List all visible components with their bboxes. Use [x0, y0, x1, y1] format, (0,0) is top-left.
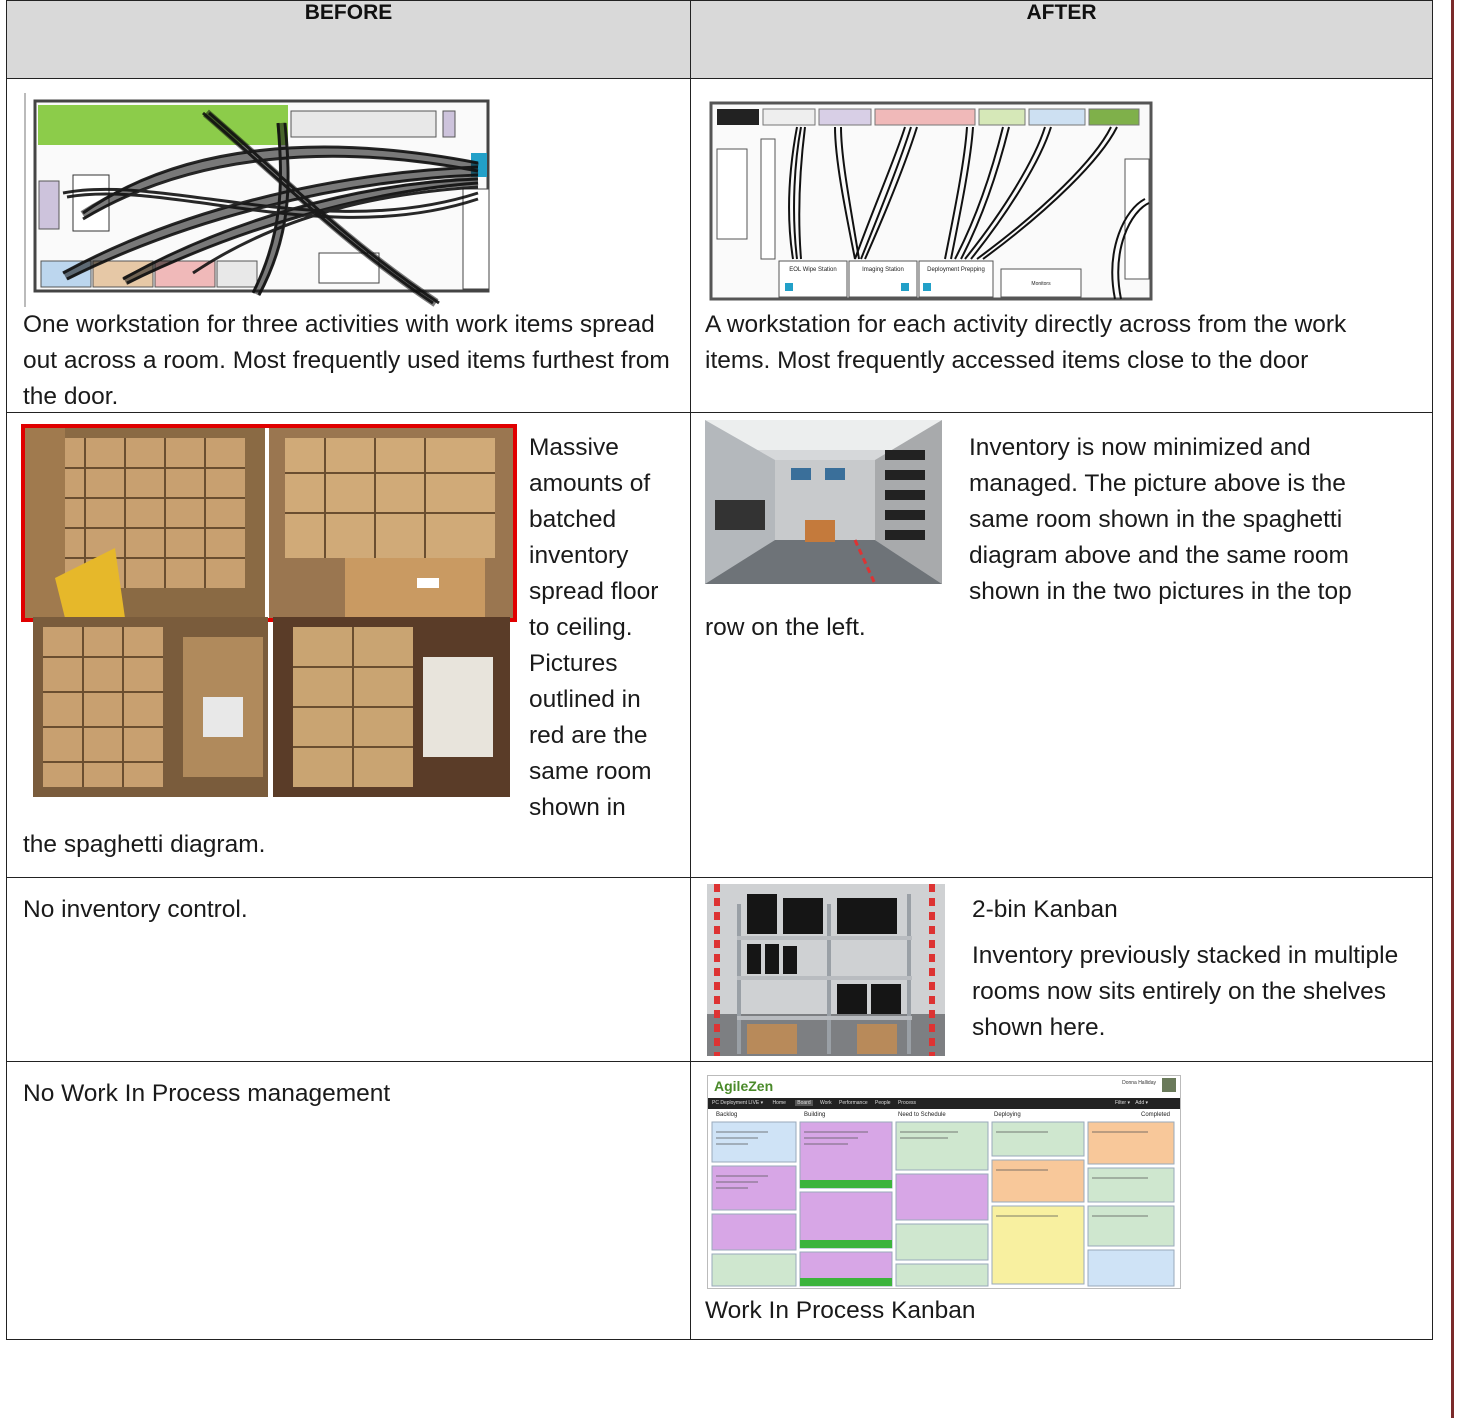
- kanban-cards: [711, 1121, 1175, 1287]
- side-line: same room: [529, 758, 652, 785]
- after-tail-text: row on the left.: [705, 614, 866, 641]
- row-kanban-bins: No inventory control. 2-bin Kanban Inven…: [6, 877, 1433, 1062]
- agilezen-navbar: PC Deployment LIVE ▾ Home Board Work Per…: [708, 1098, 1180, 1109]
- page-edge-bar: [1451, 0, 1454, 1418]
- after-spaghetti-diagram: EOL Wipe Station Imaging Station Deploym…: [705, 99, 1178, 305]
- before-cell-2: Massive amounts of batched inventory spr…: [6, 412, 691, 878]
- row-inventory: Massive amounts of batched inventory spr…: [6, 412, 1433, 878]
- side-line: red are the: [529, 722, 648, 749]
- after-cell-3: 2-bin Kanban Inventory previously stacke…: [690, 877, 1433, 1062]
- col-completed: Completed: [1140, 1112, 1170, 1118]
- agilezen-logo: AgileZen: [714, 1078, 774, 1094]
- after-caption-4: Work In Process Kanban: [705, 1297, 976, 1324]
- row-wip: No Work In Process management AgileZen D…: [6, 1061, 1433, 1340]
- agilezen-screenshot: AgileZen Donna Halliday PC Deployment LI…: [707, 1075, 1181, 1289]
- before-text-1: One workstation for three activities wit…: [23, 311, 670, 410]
- before-cell-1: One workstation for three activities wit…: [6, 78, 691, 413]
- side-line: Pictures: [529, 650, 618, 677]
- before-cell-4: No Work In Process management: [6, 1061, 691, 1340]
- agilezen-user: Donna Halliday: [1122, 1080, 1156, 1086]
- station-label-imaging: Imaging Station: [862, 267, 904, 273]
- before-side-text: Massive amounts of batched inventory spr…: [529, 430, 689, 826]
- station-label-eol: EOL Wipe Station: [789, 267, 836, 273]
- shelves-photo: [707, 884, 945, 1056]
- after-side-text: Inventory is now minimized and managed. …: [969, 430, 1429, 610]
- red-outlined-photos: [21, 424, 517, 622]
- after-text-3: Inventory previously stacked in multiple…: [972, 942, 1399, 1041]
- monitors-label: Monitors: [1031, 281, 1051, 287]
- side-line: batched: [529, 506, 617, 533]
- side-line: inventory: [529, 542, 629, 569]
- side-line: Massive: [529, 434, 619, 461]
- col-building: Building: [804, 1112, 826, 1118]
- after-line: Inventory is now minimized and: [969, 434, 1311, 461]
- nav-people[interactable]: People: [875, 1100, 891, 1106]
- before-spaghetti-diagram: [23, 93, 501, 307]
- after-text-1: A workstation for each activity directly…: [705, 311, 1347, 374]
- col-need-to-schedule: Need to Schedule: [898, 1112, 946, 1118]
- nav-performance[interactable]: Performance: [839, 1100, 868, 1106]
- nav-home[interactable]: Home: [773, 1100, 786, 1106]
- nav-process[interactable]: Process: [898, 1100, 916, 1106]
- before-cell-3: No inventory control.: [6, 877, 691, 1062]
- side-line: outlined in: [529, 686, 641, 713]
- after-cell-2: Inventory is now minimized and managed. …: [690, 412, 1433, 878]
- avatar: [1162, 1078, 1176, 1092]
- before-tail-text: the spaghetti diagram.: [23, 831, 266, 858]
- after-line: same room shown in the spaghetti: [969, 506, 1343, 533]
- after-line: diagram above and the same room: [969, 542, 1349, 569]
- before-warehouse-photos: [33, 617, 510, 797]
- nav-work[interactable]: Work: [820, 1100, 832, 1106]
- comparison-table: BEFORE AFTER One workstation for three a…: [6, 0, 1433, 1340]
- before-text-3: No inventory control.: [23, 896, 248, 923]
- before-text-4: No Work In Process management: [23, 1080, 391, 1107]
- after-title-3: 2-bin Kanban: [972, 896, 1118, 923]
- nav-project[interactable]: PC Deployment LIVE ▾: [712, 1100, 763, 1106]
- after-header: AFTER: [690, 0, 1433, 79]
- row-spaghetti: One workstation for three activities wit…: [6, 78, 1433, 413]
- nav-add[interactable]: Add ▾: [1135, 1098, 1148, 1109]
- after-cell-4: AgileZen Donna Halliday PC Deployment LI…: [690, 1061, 1433, 1340]
- nav-filter[interactable]: Filter ▾: [1115, 1098, 1130, 1109]
- side-line: amounts of: [529, 470, 651, 497]
- side-line: spread floor: [529, 578, 659, 605]
- station-label-deploy: Deployment Prepping: [927, 267, 985, 273]
- side-line: shown in: [529, 794, 626, 821]
- col-backlog: Backlog: [716, 1112, 738, 1118]
- agilezen-columns: Backlog Building Need to Schedule Deploy…: [708, 1110, 1180, 1120]
- after-cell-1: EOL Wipe Station Imaging Station Deploym…: [690, 78, 1433, 413]
- before-header: BEFORE: [6, 0, 691, 79]
- after-line: managed. The picture above is the: [969, 470, 1346, 497]
- col-deploying: Deploying: [994, 1112, 1021, 1118]
- nav-board[interactable]: Board: [795, 1100, 813, 1106]
- after-room-photo: [705, 420, 942, 584]
- after-line: shown in the two pictures in the top: [969, 578, 1352, 605]
- side-line: to ceiling.: [529, 614, 633, 641]
- header-row: BEFORE AFTER: [6, 0, 1433, 79]
